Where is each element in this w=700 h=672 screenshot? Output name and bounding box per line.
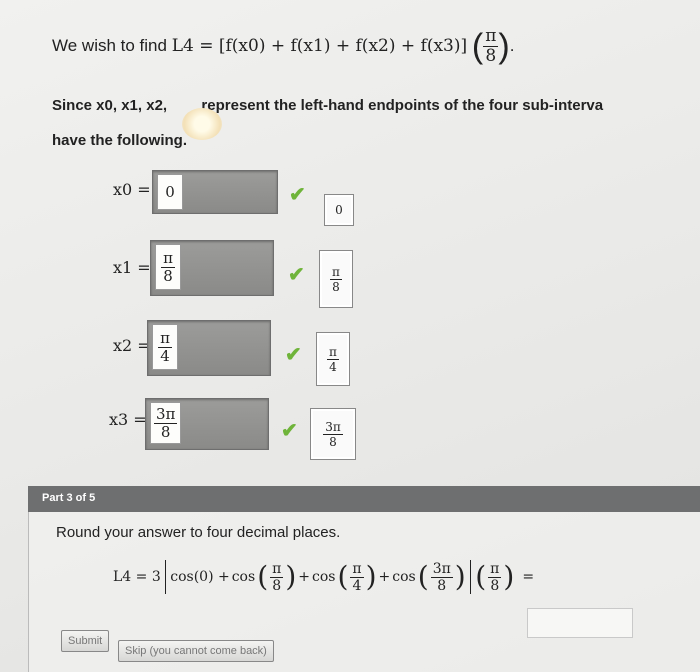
correct-check-icon: ✔ <box>288 264 305 286</box>
t2-den: 4 <box>352 577 362 594</box>
lead-text: We wish to find <box>52 35 167 55</box>
term2-fraction: π4 <box>350 560 364 594</box>
riemann-formula: L4 = 3 cos(0) + cos(π 8) + cos(π 4) + cos(… <box>113 560 534 594</box>
x2-answer-num: π <box>327 344 339 360</box>
x3-num: 3π <box>154 404 178 424</box>
correct-check-icon: ✔ <box>281 420 298 442</box>
paren: ( <box>417 560 429 593</box>
intro-line-1: Since x0, x1, x2, represent the left-han… <box>52 97 603 114</box>
row-label-x1: x1 = <box>113 258 151 277</box>
submit-button[interactable]: Submit <box>61 630 110 652</box>
paren: ) <box>285 560 297 593</box>
x0-answer-value: 0 <box>335 203 343 217</box>
t3-den: 8 <box>437 577 447 594</box>
x3-answer-fraction: 3π 8 <box>323 421 343 448</box>
frac-denominator: 8 <box>485 46 497 66</box>
x1-input-frame: π8 <box>150 240 274 296</box>
x1-answer: π8 <box>319 250 353 308</box>
x3-answer: 3π 8 <box>310 408 356 460</box>
mult-num: π <box>488 560 502 578</box>
plus: + <box>378 569 391 585</box>
x2-answer-den: 4 <box>329 359 337 374</box>
skip-button[interactable]: Skip (you cannot come back) <box>118 640 274 662</box>
right-bracket <box>469 560 472 594</box>
paren: ( <box>337 560 349 593</box>
plus: + <box>298 569 310 585</box>
pi-over-8-fraction: π8 <box>483 26 499 66</box>
t3-num: 3π <box>430 560 453 578</box>
x1-num: π <box>161 248 175 268</box>
glare-spot <box>182 108 222 140</box>
paren: ( <box>257 560 269 593</box>
sum-expression: L4 = [f(x0) + f(x1) + f(x2) + f(x3)] <box>171 35 468 56</box>
x2-den: 4 <box>160 346 170 365</box>
paren: ) <box>365 560 377 593</box>
term1-fraction: π8 <box>270 560 284 594</box>
period: . <box>509 35 515 55</box>
x2-input-frame: π4 <box>147 320 271 376</box>
t1-num: π <box>270 560 284 578</box>
x3-input-frame: 3π 8 <box>145 398 269 450</box>
instruction-text: Round your answer to four decimal places… <box>56 524 341 541</box>
row-label-x3: x3 = <box>109 410 147 429</box>
answer-input[interactable] <box>527 608 633 638</box>
x3-answer-num: 3π <box>323 419 343 435</box>
intro-vars: Since x0, x1, x2, <box>52 97 168 114</box>
term3-fraction: 3π 8 <box>430 560 453 594</box>
x3-den: 8 <box>160 422 171 441</box>
row-label-x0: x0 = <box>113 180 151 199</box>
part-label: Part 3 of 5 <box>42 492 96 504</box>
x1-input[interactable]: π8 <box>155 244 181 290</box>
paren: ) <box>454 560 466 593</box>
x2-num: π <box>158 328 172 348</box>
mult-den: 8 <box>490 577 500 594</box>
row-label-x2: x2 = <box>113 336 151 355</box>
paren: ) <box>503 560 515 593</box>
t2-num: π <box>350 560 364 578</box>
cos-label: cos <box>392 569 416 585</box>
paren: ( <box>475 560 487 593</box>
x3-answer-den: 8 <box>329 434 337 449</box>
x2-input[interactable]: π4 <box>152 324 178 370</box>
left-paren: ( <box>471 27 484 66</box>
frac-numerator: π <box>483 26 499 47</box>
problem-statement: We wish to find L4 = [f(x0) + f(x1) + f(… <box>52 28 514 65</box>
correct-check-icon: ✔ <box>285 344 302 366</box>
equals: = <box>522 569 535 585</box>
left-bracket <box>164 560 167 594</box>
x1-fraction: π8 <box>161 248 175 285</box>
x0-input[interactable]: 0 <box>157 174 183 210</box>
x2-answer: π4 <box>316 332 350 386</box>
x1-answer-num: π <box>330 264 342 280</box>
multiplier-fraction: π8 <box>488 560 502 594</box>
x2-answer-fraction: π4 <box>327 346 339 373</box>
x0-value: 0 <box>165 183 175 201</box>
intro-line-2: have the following. <box>52 132 188 149</box>
part-header-bar: Part 3 of 5 <box>28 486 700 512</box>
x1-answer-den: 8 <box>332 279 340 294</box>
intro-rest: represent the left-hand endpoints of the… <box>201 97 604 114</box>
x3-input[interactable]: 3π 8 <box>150 402 182 444</box>
cos-label: cos <box>312 569 336 585</box>
x2-fraction: π4 <box>158 328 172 365</box>
correct-check-icon: ✔ <box>289 184 306 206</box>
x0-answer: 0 <box>324 194 354 226</box>
right-paren: ) <box>498 27 510 66</box>
x1-answer-fraction: π8 <box>330 266 342 293</box>
x1-den: 8 <box>163 266 173 285</box>
cos-zero-term: cos(0) + <box>170 569 230 585</box>
t1-den: 8 <box>272 577 282 594</box>
x3-fraction: 3π 8 <box>154 404 178 441</box>
formula-lhs: L4 = 3 <box>113 569 161 585</box>
x0-input-frame: 0 <box>152 170 278 214</box>
cos-label: cos <box>231 569 256 585</box>
